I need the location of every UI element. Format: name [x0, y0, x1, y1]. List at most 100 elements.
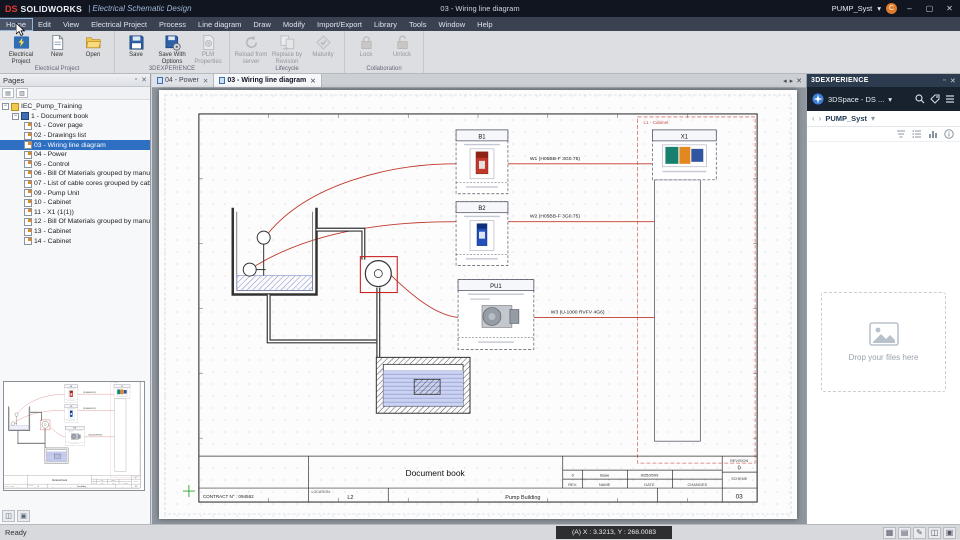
selection-mode-icon[interactable]: ▣ [943, 527, 956, 539]
panel-close-icon[interactable]: ✕ [950, 77, 956, 85]
close-button[interactable]: ✕ [942, 1, 957, 16]
tab-close-icon[interactable]: ✕ [310, 77, 315, 85]
list-view-icon[interactable] [912, 129, 922, 139]
tag-icon[interactable] [930, 94, 940, 104]
new-icon [49, 34, 66, 51]
caret-down-icon[interactable]: ▾ [888, 95, 892, 104]
menu-import-export[interactable]: Import/Export [311, 19, 368, 30]
tree-item-cabinet-10[interactable]: 10 - Cabinet [0, 198, 150, 208]
tab-scroll-left-icon[interactable]: ◂ [783, 77, 787, 85]
caret-down-icon[interactable]: ▾ [871, 114, 875, 123]
revision-label: REVISION [730, 459, 748, 463]
tree-item-cabinet-13[interactable]: 13 - Cabinet [0, 227, 150, 237]
unlock-button[interactable]: Unlock [384, 33, 420, 59]
cable-w3[interactable] [391, 276, 458, 318]
valve-icon [257, 231, 270, 244]
menu-home[interactable]: Home [0, 19, 32, 30]
chevron-right-icon[interactable]: › [819, 114, 822, 123]
menu-help[interactable]: Help [471, 19, 498, 30]
menu-tools[interactable]: Tools [403, 19, 433, 30]
plm-properties-button[interactable]: PLM Properties [190, 33, 226, 65]
chevron-left-icon[interactable]: ‹ [812, 114, 815, 123]
panel-close-icon[interactable]: ✕ [141, 76, 147, 84]
info-icon[interactable] [944, 129, 954, 139]
window-mode-icon[interactable]: ◫ [928, 527, 941, 539]
tab-power[interactable]: 04 - Power ✕ [152, 74, 214, 87]
menu-view[interactable]: View [57, 19, 85, 30]
tree-item-x1[interactable]: 11 - X1 (1(1)) [0, 208, 150, 218]
lock-button[interactable]: Lock [348, 33, 384, 59]
menu-process[interactable]: Process [153, 19, 192, 30]
ribbon-group-label: 3DEXPERIENCE [115, 66, 229, 72]
panel-body: Drop your files here [807, 142, 960, 524]
layers-icon[interactable]: ▤ [898, 527, 911, 539]
hydraulic-piping[interactable] [233, 208, 470, 414]
tab-wiring-line-diagram[interactable]: 03 - Wiring line diagram ✕ [214, 74, 321, 87]
tree-item-bom-1[interactable]: 06 - Bill Of Materials grouped by manufa… [0, 169, 150, 179]
panel-tab-icon[interactable]: ◫ [2, 510, 15, 522]
file-dropzone[interactable]: Drop your files here [821, 292, 946, 392]
breadcrumb-project[interactable]: PUMP_Syst [825, 114, 867, 123]
tree-item-drawings-list[interactable]: 02 - Drawings list [0, 131, 150, 141]
panel-tool-icon[interactable]: ▥ [16, 88, 28, 98]
pin-icon[interactable]: ▫ [943, 77, 946, 85]
tree-item-power[interactable]: 04 - Power [0, 150, 150, 160]
caret-down-icon[interactable]: ▾ [877, 4, 881, 13]
tab-close-icon[interactable]: ✕ [203, 77, 208, 85]
search-icon[interactable] [915, 94, 925, 104]
component-b1[interactable]: B1 [456, 130, 508, 194]
component-b2[interactable]: B2 [456, 202, 508, 266]
tab-scroll-right-icon[interactable]: ▸ [790, 77, 794, 85]
component-pu1[interactable]: PU1 [458, 280, 534, 350]
expand-icon[interactable] [12, 113, 19, 120]
user-menu[interactable]: PUMP_Syst [832, 4, 872, 13]
maturity-button[interactable]: Maturity [305, 33, 341, 59]
tree-item-cover-page[interactable]: 01 - Cover page [0, 121, 150, 131]
avatar[interactable]: C [886, 3, 897, 14]
menu-edit[interactable]: Edit [32, 19, 57, 30]
hamburger-menu-icon[interactable] [945, 94, 955, 104]
tree-root[interactable]: IEC_Pump_Training [0, 102, 150, 112]
sort-icon[interactable] [896, 129, 906, 139]
tree-item-cable-cores[interactable]: 07 - List of cable cores grouped by cabl… [0, 179, 150, 189]
tree-item-wiring-line-diagram[interactable]: 03 - Wiring line diagram [0, 140, 150, 150]
pages-panel: Pages ▫ ✕ ▤ ▥ IEC_Pump_Training 1 - Docu… [0, 74, 151, 524]
status-bar-icons: ▦ ▤ ✎ ◫ ▣ [883, 527, 960, 539]
menu-window[interactable]: Window [432, 19, 471, 30]
panel-tab-icon[interactable]: ▣ [17, 510, 30, 522]
panel-tool-icon[interactable]: ▤ [2, 88, 14, 98]
tree-item-control[interactable]: 05 - Control [0, 160, 150, 170]
page-icon [24, 170, 32, 178]
replace-by-revision-button[interactable]: Replace by Revision [269, 33, 305, 65]
expand-icon[interactable] [2, 103, 9, 110]
maximize-button[interactable]: ▢ [922, 1, 937, 16]
save-with-options-button[interactable]: Save With Options [154, 33, 190, 65]
pin-icon[interactable]: ▫ [135, 76, 137, 84]
save-with-options-icon [164, 34, 181, 51]
tree-book[interactable]: 1 - Document book [0, 112, 150, 122]
space-selector[interactable]: 3DSpace - DS ... [828, 95, 884, 104]
tree-item-cabinet-14[interactable]: 14 - Cabinet [0, 236, 150, 246]
compass-icon[interactable] [812, 93, 824, 105]
reload-from-server-button[interactable]: Reload from server [233, 33, 269, 65]
draw-mode-icon[interactable]: ✎ [913, 527, 926, 539]
drawing-sheet[interactable]: L1 - Cabinet W1 (H05BB-F 3G0.75) W2 (H05… [159, 90, 797, 519]
save-button[interactable]: Save [118, 33, 154, 59]
open-button[interactable]: Open [75, 33, 111, 59]
header-changes: CHANGES [687, 482, 707, 487]
menu-electrical-project[interactable]: Electrical Project [85, 19, 153, 30]
menu-line-diagram[interactable]: Line diagram [192, 19, 247, 30]
page-thumbnail[interactable] [3, 381, 145, 491]
component-x1[interactable]: X1 [652, 130, 716, 180]
grid-toggle-icon[interactable]: ▦ [883, 527, 896, 539]
tab-bar-close-icon[interactable]: ✕ [796, 77, 802, 85]
menu-draw[interactable]: Draw [247, 19, 277, 30]
tree-item-pump-unit[interactable]: 09 - Pump Unit [0, 188, 150, 198]
minimize-button[interactable]: – [902, 1, 917, 16]
tree-item-bom-2[interactable]: 12 - Bill Of Materials grouped by manufa… [0, 217, 150, 227]
electrical-project-button[interactable]: Electrical Project [3, 33, 39, 65]
new-button[interactable]: New [39, 33, 75, 59]
menu-modify[interactable]: Modify [277, 19, 311, 30]
chart-icon[interactable] [928, 129, 938, 139]
menu-library[interactable]: Library [368, 19, 403, 30]
